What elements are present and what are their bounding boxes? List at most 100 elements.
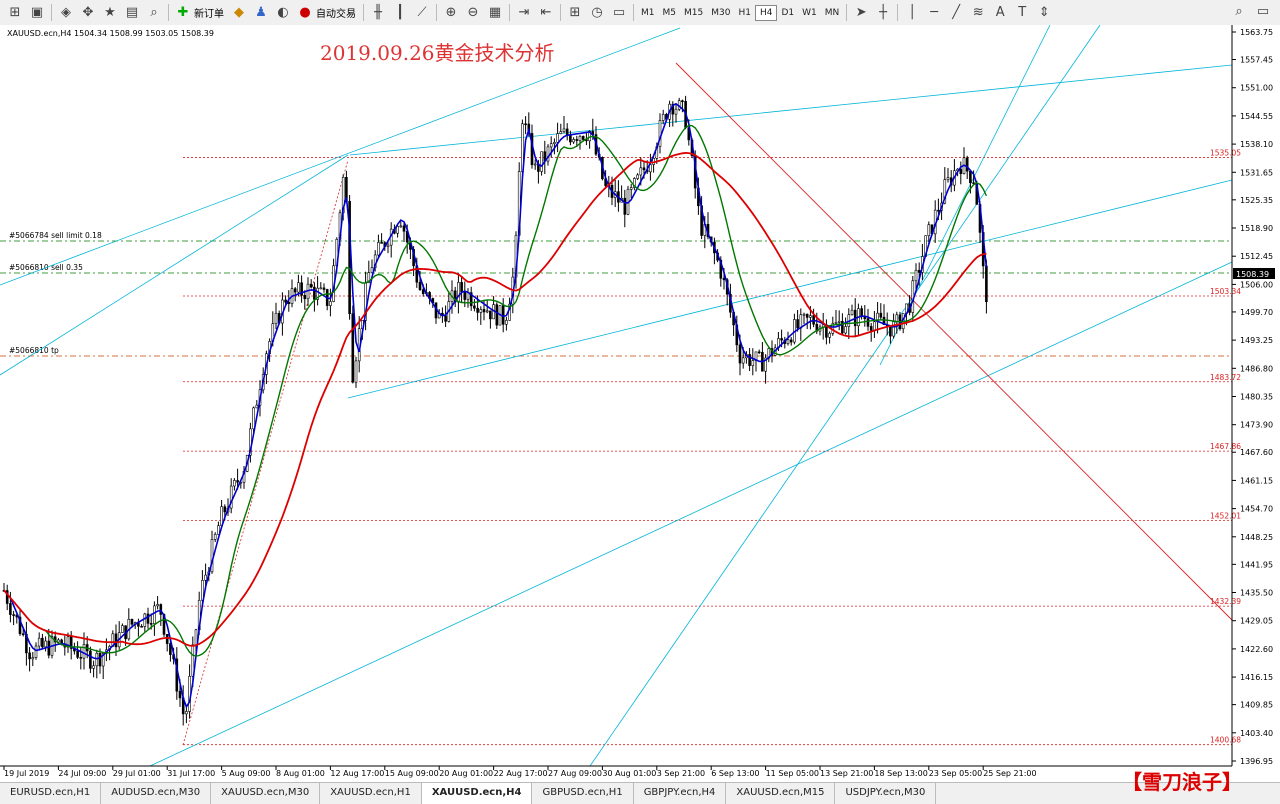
candle-body (21, 633, 25, 636)
tf-m5[interactable]: M5 (659, 6, 681, 20)
candle-body (34, 645, 38, 658)
crosshair-move-icon[interactable]: ✥ (80, 5, 96, 21)
candle-body (354, 360, 358, 383)
auto-trade-button[interactable]: 自动交易 (316, 5, 356, 20)
candle-body (553, 141, 556, 144)
new-order-button[interactable]: 新订单 (194, 5, 224, 20)
bar-chart-icon[interactable]: ╫ (370, 5, 386, 21)
tab-xauusd-h4[interactable]: XAUUSD.ecn,H4 (421, 783, 533, 804)
trendline-icon[interactable]: ╱ (948, 5, 964, 21)
tab-xauusd-h1[interactable]: XAUUSD.ecn,H1 (320, 783, 422, 804)
autoscroll-icon[interactable]: ⇥ (516, 5, 532, 21)
watermark: 【雪刀浪子】 (1122, 770, 1242, 794)
candle-body (140, 625, 143, 628)
cursor-icon[interactable]: ➤ (853, 5, 869, 21)
market-icon[interactable]: ◐ (275, 5, 291, 21)
time-tick-label: 15 Aug 09:00 (385, 769, 439, 778)
tab-gbpusd-h1[interactable]: GBPUSD.ecn,H1 (532, 783, 634, 804)
tab-gbpjpy-h4[interactable]: GBPJPY.ecn,H4 (634, 783, 727, 804)
candle-body (556, 133, 559, 143)
current-price-label: 1508.39 (1236, 270, 1269, 279)
templates-icon[interactable]: ▭ (611, 5, 627, 21)
time-tick-label: 30 Aug 01:00 (602, 769, 656, 778)
tf-mn[interactable]: MN (821, 6, 844, 20)
fibonacci-icon[interactable]: ≋ (970, 5, 986, 21)
price-tick-label: 1429.05 (1240, 617, 1273, 626)
candle-body (629, 187, 633, 190)
tf-w1[interactable]: W1 (798, 6, 821, 20)
candle-body (969, 170, 972, 184)
chart-annotation: 2019.09.26黄金技术分析 (320, 41, 555, 65)
auto-trade-icon[interactable]: ● (297, 5, 313, 21)
price-tick-label: 1403.40 (1240, 729, 1273, 738)
candle-body (322, 287, 326, 290)
indicators-icon[interactable]: ⊞ (567, 5, 583, 21)
level-label: 1483.72 (1210, 373, 1241, 382)
line-chart-icon[interactable]: ⟋ (414, 5, 430, 21)
horizontal-line-icon[interactable]: ─ (926, 5, 942, 21)
candle-body (156, 604, 159, 607)
tile-windows-icon[interactable]: ▦ (487, 5, 503, 21)
tf-h1[interactable]: H1 (734, 6, 755, 20)
candle-body (946, 177, 950, 180)
price-tick-label: 1435.50 (1240, 589, 1273, 598)
candle-body (501, 305, 505, 325)
tab-usdjpy-m30[interactable]: USDJPY.ecn,M30 (835, 783, 937, 804)
candle-body (985, 265, 988, 303)
time-tick-label: 27 Aug 09:00 (548, 769, 602, 778)
candlestick-icon[interactable]: ┃ (392, 5, 408, 21)
time-tick-label: 3 Sep 21:00 (657, 769, 705, 778)
time-tick-label: 24 Jul 09:00 (58, 769, 106, 778)
candle-body (828, 333, 831, 338)
candle-body (114, 633, 118, 648)
terminal-icon[interactable]: ▤ (124, 5, 140, 21)
metaeditor-icon[interactable]: ◆ (231, 5, 247, 21)
price-chart[interactable]: 1535.05 1503.34 1483.72 1467.86 1452.01 1432.… (0, 25, 1280, 781)
candle-body (44, 640, 47, 648)
profiles-icon[interactable]: ▣ (29, 5, 45, 21)
tester-icon[interactable]: ⌕ (146, 5, 162, 21)
zoom-in-icon[interactable]: ⊕ (443, 5, 459, 21)
zoom-out-icon[interactable]: ⊖ (465, 5, 481, 21)
vertical-line-icon[interactable]: │ (904, 5, 920, 21)
tf-m1[interactable]: M1 (637, 6, 659, 20)
candle-body (351, 313, 355, 383)
new-chart-icon[interactable]: ⊞ (7, 5, 23, 21)
new-order-icon[interactable]: ✚ (175, 5, 191, 21)
time-tick-label: 31 Jul 17:00 (167, 769, 215, 778)
tf-m30[interactable]: M30 (707, 6, 734, 20)
crosshair-icon[interactable]: ┼ (875, 5, 891, 21)
price-tick-label: 1454.70 (1240, 505, 1273, 514)
level-label: 1432.39 (1210, 597, 1241, 606)
tab-audusd-m30[interactable]: AUDUSD.ecn,M30 (101, 783, 212, 804)
text-label-icon[interactable]: T (1014, 5, 1030, 21)
favorites-icon[interactable]: ★ (102, 5, 118, 21)
candle-body (799, 314, 803, 329)
tf-m15[interactable]: M15 (680, 6, 707, 20)
time-tick-label: 23 Sep 05:00 (929, 769, 982, 778)
price-tick-label: 1544.55 (1240, 112, 1273, 121)
tab-xauusd-m15[interactable]: XAUUSD.ecn,M15 (726, 783, 836, 804)
arrows-icon[interactable]: ⇕ (1036, 5, 1052, 21)
tab-xauusd-m30[interactable]: XAUUSD.ecn,M30 (211, 783, 321, 804)
chart-shift-icon[interactable]: ⇤ (538, 5, 554, 21)
tab-eurusd-h1[interactable]: EURUSD.ecn,H1 (0, 783, 102, 804)
price-tick-label: 1499.70 (1240, 308, 1273, 317)
candle-body (421, 289, 425, 295)
text-icon[interactable]: A (992, 5, 1008, 21)
search-icon[interactable]: ⌕ (1231, 4, 1247, 20)
tf-d1[interactable]: D1 (777, 6, 798, 20)
periods-icon[interactable]: ◷ (589, 5, 605, 21)
market-watch-icon[interactable]: ◈ (58, 5, 74, 21)
chart-tabs: EURUSD.ecn,H1 AUDUSD.ecn,M30 XAUUSD.ecn,… (0, 782, 1280, 804)
time-tick-label: 20 Aug 01:00 (439, 769, 493, 778)
candle-body (204, 574, 207, 581)
candle-body (661, 114, 665, 121)
candle-body (473, 305, 476, 309)
price-tick-label: 1486.80 (1240, 364, 1273, 373)
chat-icon[interactable]: ▭ (1255, 4, 1271, 20)
signals-icon[interactable]: ♟ (253, 5, 269, 21)
candle-body (873, 321, 876, 331)
price-tick-label: 1493.25 (1240, 336, 1273, 345)
tf-h4[interactable]: H4 (754, 4, 778, 21)
